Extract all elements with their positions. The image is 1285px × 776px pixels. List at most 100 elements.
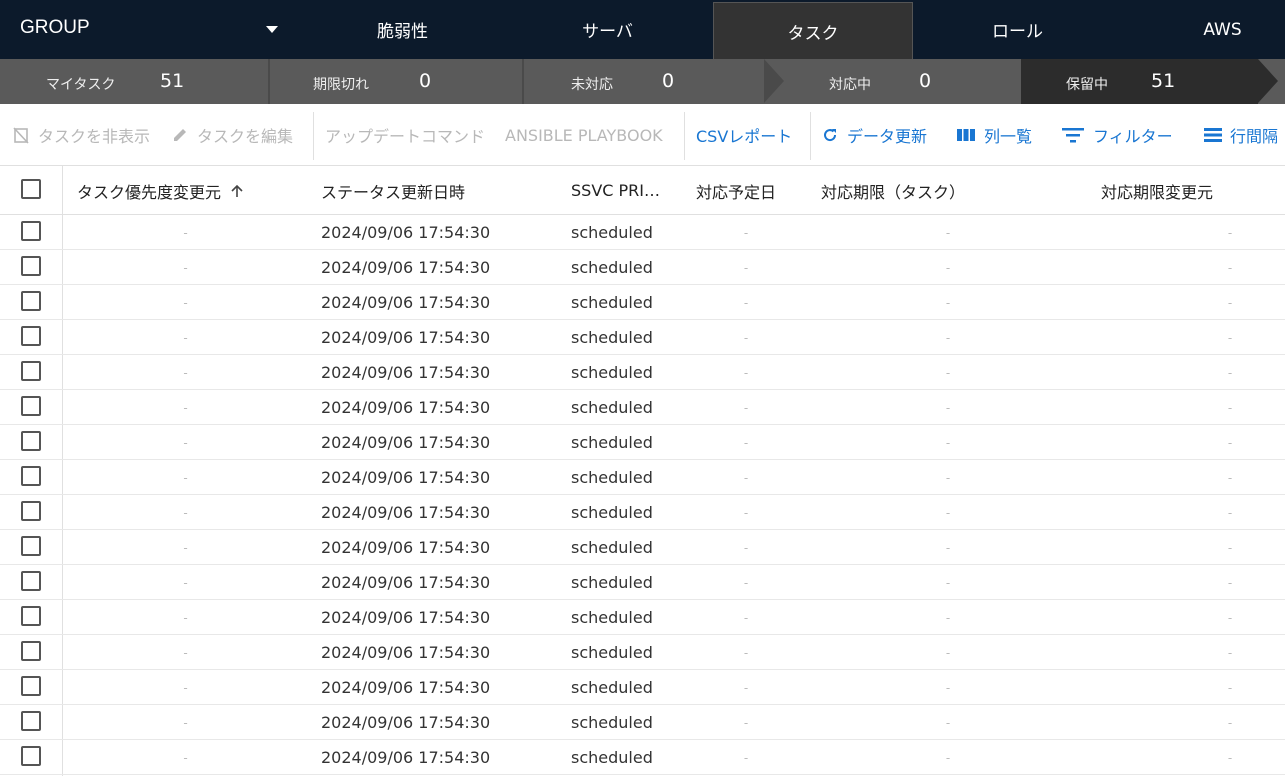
header-scheduled-date[interactable]: 対応予定日 — [696, 166, 776, 215]
status-on-hold[interactable]: 保留中 51 — [1021, 59, 1258, 104]
table-row[interactable]: - 2024/09/06 17:54:30 scheduled - - - — [0, 215, 1285, 250]
cell-priority-source: - — [183, 400, 188, 415]
cell-status-updated: 2024/09/06 17:54:30 — [321, 538, 491, 557]
status-not-started[interactable]: 未対応 0 — [524, 59, 764, 104]
task-toolbar: タスクを非表示 タスクを編集 アップデートコマンド ANSIBLE PLAYBO… — [0, 104, 1285, 166]
chevron-right-icon — [1258, 59, 1278, 103]
tab-aws[interactable]: AWS — [1120, 0, 1285, 59]
table-row[interactable]: - 2024/09/06 17:54:30 scheduled - - - — [0, 740, 1285, 775]
row-checkbox[interactable] — [21, 326, 41, 346]
cell-status-updated: 2024/09/06 17:54:30 — [321, 748, 491, 767]
table-row[interactable]: - 2024/09/06 17:54:30 scheduled - - - — [0, 635, 1285, 670]
header-ssvc-priority[interactable]: SSVC PRI… — [571, 166, 660, 215]
csv-report-button[interactable]: CSVレポート — [696, 104, 792, 166]
cell-priority-source: - — [183, 750, 188, 765]
row-checkbox[interactable] — [21, 361, 41, 381]
table-row[interactable]: - 2024/09/06 17:54:30 scheduled - - - — [0, 600, 1285, 635]
tab-vulnerability[interactable]: 脆弱性 — [300, 0, 505, 59]
table-row[interactable]: - 2024/09/06 17:54:30 scheduled - - - — [0, 285, 1285, 320]
cell-scheduled-date: - — [743, 470, 749, 485]
row-checkbox[interactable] — [21, 536, 41, 556]
row-checkbox[interactable] — [21, 606, 41, 626]
header-label: タスク優先度変更元 — [77, 182, 222, 202]
cell-status-updated: 2024/09/06 17:54:30 — [321, 433, 491, 452]
table-row[interactable]: - 2024/09/06 17:54:30 scheduled - - - — [0, 320, 1285, 355]
status-label: マイタスク — [46, 77, 116, 93]
status-count: 51 — [160, 70, 185, 92]
table-row[interactable]: - 2024/09/06 17:54:30 scheduled - - - — [0, 670, 1285, 705]
table-row[interactable]: - 2024/09/06 17:54:30 scheduled - - - — [0, 495, 1285, 530]
header-deadline-source[interactable]: 対応期限変更元 — [1101, 166, 1213, 215]
table-row[interactable]: - 2024/09/06 17:54:30 scheduled - - - — [0, 705, 1285, 740]
row-checkbox[interactable] — [21, 746, 41, 766]
cell-deadline-source: - — [1227, 750, 1233, 765]
header-deadline[interactable]: 対応期限（タスク） — [821, 166, 965, 215]
filter-button[interactable]: フィルター — [1061, 104, 1173, 166]
status-count: 51 — [1151, 70, 1176, 92]
row-checkbox[interactable] — [21, 291, 41, 311]
caret-down-icon[interactable] — [266, 26, 278, 33]
row-checkbox[interactable] — [21, 256, 41, 276]
cell-deadline: - — [945, 575, 951, 590]
divider — [313, 112, 314, 160]
cell-ssvc: scheduled — [571, 223, 653, 242]
table-row[interactable]: - 2024/09/06 17:54:30 scheduled - - - — [0, 250, 1285, 285]
header-status-updated[interactable]: ステータス更新日時 — [321, 166, 465, 215]
table-row[interactable]: - 2024/09/06 17:54:30 scheduled - - - — [0, 460, 1285, 495]
edit-task-button[interactable]: タスクを編集 — [171, 104, 293, 166]
row-checkbox[interactable] — [21, 641, 41, 661]
cell-priority-source: - — [183, 715, 188, 730]
cell-status-updated: 2024/09/06 17:54:30 — [321, 468, 491, 487]
tab-task[interactable]: タスク — [713, 2, 913, 59]
columns-label: 列一覧 — [984, 127, 1033, 146]
status-in-progress[interactable]: 対応中 0 — [784, 59, 1021, 104]
row-checkbox[interactable] — [21, 676, 41, 696]
group-selector-label[interactable]: GROUP — [20, 17, 90, 39]
table-row[interactable]: - 2024/09/06 17:54:30 scheduled - - - — [0, 425, 1285, 460]
sort-arrow-up-icon[interactable] — [229, 183, 245, 199]
status-my-tasks[interactable]: マイタスク 51 — [0, 59, 268, 104]
select-all-checkbox[interactable] — [21, 179, 41, 199]
ansible-playbook-button[interactable]: ANSIBLE PLAYBOOK — [505, 104, 663, 166]
table-row[interactable]: - 2024/09/06 17:54:30 scheduled - - - — [0, 355, 1285, 390]
cell-ssvc: scheduled — [571, 468, 653, 487]
cell-deadline-source: - — [1227, 540, 1233, 555]
row-checkbox[interactable] — [21, 431, 41, 451]
cell-status-updated: 2024/09/06 17:54:30 — [321, 573, 491, 592]
cell-status-updated: 2024/09/06 17:54:30 — [321, 223, 491, 242]
cell-deadline: - — [945, 645, 951, 660]
cell-deadline-source: - — [1227, 470, 1233, 485]
table-row[interactable]: - 2024/09/06 17:54:30 scheduled - - - — [0, 565, 1285, 600]
header-priority-source[interactable]: タスク優先度変更元 — [77, 166, 245, 215]
row-checkbox[interactable] — [21, 711, 41, 731]
row-checkbox[interactable] — [21, 501, 41, 521]
status-label: 対応中 — [829, 77, 871, 93]
cell-deadline: - — [945, 540, 951, 555]
update-command-button[interactable]: アップデートコマンド — [325, 104, 485, 166]
row-checkbox[interactable] — [21, 571, 41, 591]
cell-deadline-source: - — [1227, 575, 1233, 590]
row-spacing-button[interactable]: 行間隔 — [1204, 104, 1278, 166]
row-checkbox[interactable] — [21, 221, 41, 241]
cell-scheduled-date: - — [743, 610, 749, 625]
row-spacing-label: 行間隔 — [1230, 127, 1279, 146]
row-checkbox[interactable] — [21, 396, 41, 416]
cell-ssvc: scheduled — [571, 573, 653, 592]
status-overdue[interactable]: 期限切れ 0 — [270, 59, 522, 104]
filter-label: フィルター — [1093, 127, 1173, 146]
cell-ssvc: scheduled — [571, 538, 653, 557]
refresh-label: データ更新 — [847, 127, 928, 146]
hide-task-button[interactable]: タスクを非表示 — [12, 104, 150, 166]
tab-role[interactable]: ロール — [915, 0, 1120, 59]
table-row[interactable]: - 2024/09/06 17:54:30 scheduled - - - — [0, 390, 1285, 425]
columns-button[interactable]: 列一覧 — [956, 104, 1032, 166]
cell-deadline-source: - — [1227, 505, 1233, 520]
cell-scheduled-date: - — [743, 225, 749, 240]
table-row[interactable]: - 2024/09/06 17:54:30 scheduled - - - — [0, 530, 1285, 565]
cell-scheduled-date: - — [743, 505, 749, 520]
row-checkbox[interactable] — [21, 466, 41, 486]
cell-deadline: - — [945, 330, 951, 345]
cell-status-updated: 2024/09/06 17:54:30 — [321, 713, 491, 732]
refresh-data-button[interactable]: データ更新 — [821, 104, 927, 166]
tab-server[interactable]: サーバ — [505, 0, 710, 59]
